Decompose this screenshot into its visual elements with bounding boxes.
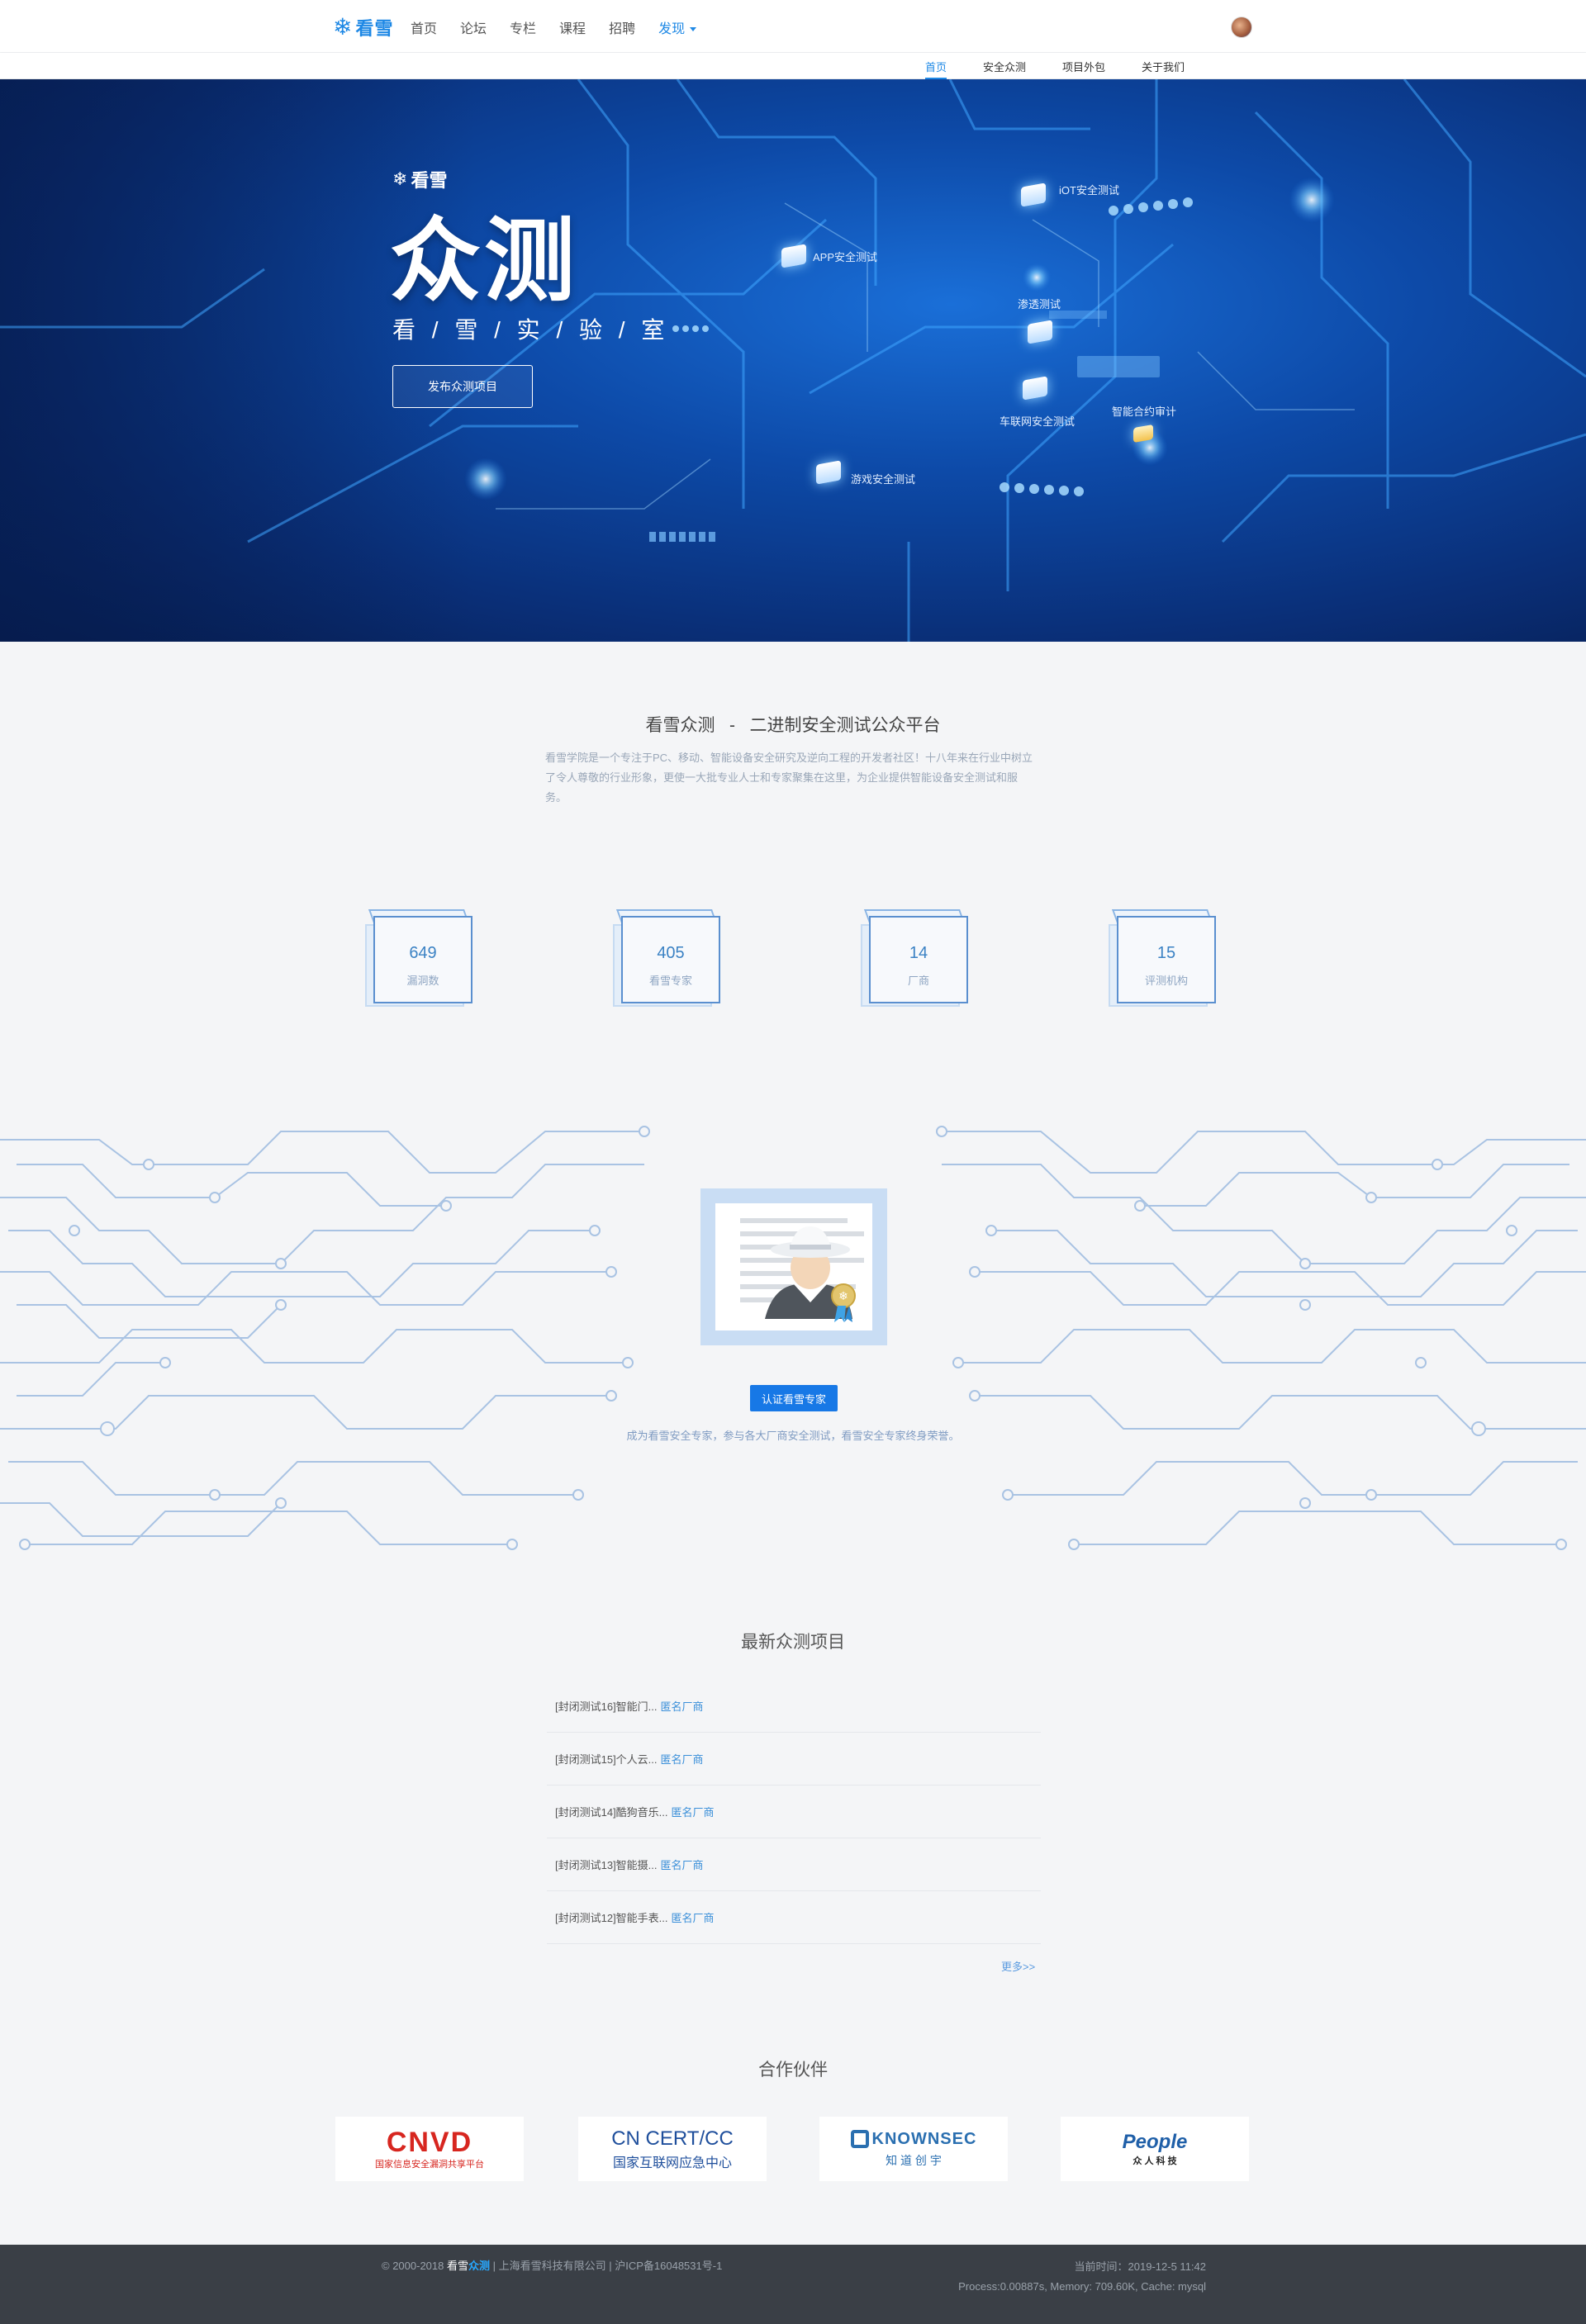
expert-description: 成为看雪安全专家，参与各大厂商安全测试，看雪安全专家终身荣誉。 bbox=[626, 1430, 960, 1442]
hero-title: 众测 bbox=[390, 211, 578, 312]
process-stats: Process:0.00887s, Memory: 709.60K, Cache… bbox=[958, 2280, 1206, 2293]
top-navbar: ❄ 看雪 首页 论坛 专栏 课程 招聘 发现 bbox=[0, 0, 1586, 53]
sub-navbar: 首页 安全众测 项目外包 关于我们 bbox=[0, 53, 1586, 79]
project-name: [封闭测试12]智能手表... bbox=[555, 1912, 668, 1924]
project-list-item[interactable]: [封闭测试15]个人云... 匿名厂商 bbox=[547, 1733, 1041, 1786]
partner-subtitle: 国家互联网应急中心 bbox=[612, 2156, 732, 2170]
stat-card-experts: 405 看雪专家 bbox=[613, 903, 720, 1010]
main-menu: 首页 论坛 专栏 课程 招聘 发现 bbox=[411, 17, 719, 37]
partners-title: 合作伙伴 bbox=[758, 2061, 828, 2080]
circuit-decoration-left bbox=[0, 1126, 650, 1550]
project-name: [封闭测试14]酷狗音乐... bbox=[555, 1806, 668, 1819]
hero-label-app: APP安全测试 bbox=[813, 251, 878, 263]
site-logo[interactable]: ❄ 看雪 bbox=[333, 14, 393, 40]
project-name: [封闭测试16]智能门... bbox=[555, 1700, 658, 1713]
partner-name: CN CERT/CC bbox=[611, 2127, 734, 2150]
partner-logo-cncert[interactable]: CN CERT/CC 国家互联网应急中心 bbox=[578, 2117, 767, 2181]
menu-item-jobs[interactable]: 招聘 bbox=[609, 17, 635, 37]
partner-name: CNVD bbox=[386, 2127, 473, 2158]
stat-card-institutions: 15 评测机构 bbox=[1109, 903, 1216, 1010]
menu-item-course[interactable]: 课程 bbox=[559, 17, 586, 37]
intro-title: 看雪众测 - 二进制安全测试公众平台 bbox=[645, 716, 941, 735]
circuit-decoration-right bbox=[936, 1126, 1586, 1550]
logo-text: 看雪 bbox=[355, 18, 394, 39]
menu-item-column[interactable]: 专栏 bbox=[510, 17, 536, 37]
subnav-item-about[interactable]: 关于我们 bbox=[1142, 59, 1185, 79]
partner-logo-knownsec[interactable]: KNOWNSEC 知 道 创 宇 bbox=[819, 2117, 1008, 2181]
stat-label: 厂商 bbox=[907, 975, 929, 987]
partner-logo-cnvd[interactable]: CNVD 国家信息安全漏洞共享平台 bbox=[335, 2117, 524, 2181]
partner-subtitle: 国家信息安全漏洞共享平台 bbox=[375, 2160, 484, 2170]
subnav-item-home[interactable]: 首页 bbox=[925, 59, 947, 79]
partner-subtitle: 众 人 科 技 bbox=[1133, 2156, 1177, 2166]
publish-project-button[interactable]: 发布众测项目 bbox=[392, 365, 533, 408]
footer-server-info: 当前时间：2019-12-5 11:42 Process:0.00887s, M… bbox=[958, 2257, 1206, 2297]
expert-certificate-illustration: ❄ bbox=[700, 1188, 887, 1345]
project-vendor[interactable]: 匿名厂商 bbox=[661, 1857, 704, 1872]
hero-label-contract: 智能合约审计 bbox=[1112, 406, 1177, 418]
stat-card-vendors: 14 厂商 bbox=[861, 903, 968, 1010]
hacker-hat-icon: ❄ bbox=[765, 1226, 856, 1322]
project-name: [封闭测试15]个人云... bbox=[555, 1753, 658, 1766]
stat-label: 漏洞数 bbox=[406, 975, 439, 987]
footer-brand-a: 看雪 bbox=[446, 2260, 468, 2272]
knownsec-mark-icon bbox=[850, 2130, 869, 2148]
project-list-item[interactable]: [封闭测试13]智能摄... 匿名厂商 bbox=[547, 1838, 1041, 1891]
footer: © 2000-2018 看雪众测 | 上海看雪科技有限公司 | 沪ICP备160… bbox=[0, 2245, 1586, 2324]
stat-value: 649 bbox=[409, 944, 437, 962]
footer-copyright: © 2000-2018 看雪众测 | 上海看雪科技有限公司 | 沪ICP备160… bbox=[382, 2257, 722, 2273]
stat-value: 15 bbox=[1156, 944, 1176, 962]
current-time: 当前时间：2019-12-5 11:42 bbox=[1074, 2260, 1206, 2273]
hero-label-game: 游戏安全测试 bbox=[851, 473, 916, 486]
stat-value: 14 bbox=[909, 944, 928, 962]
user-avatar[interactable] bbox=[1231, 17, 1252, 38]
more-projects-link[interactable]: 更多>> bbox=[1001, 1958, 1035, 1974]
hero-label-pentest: 渗透测试 bbox=[1018, 298, 1061, 311]
partner-logo-people[interactable]: People 众 人 科 技 bbox=[1061, 2117, 1249, 2181]
intro-description: 看雪学院是一个专注于PC、移动、智能设备安全研究及逆向工程的开发者社区！十八年来… bbox=[545, 752, 1033, 804]
stat-label: 看雪专家 bbox=[648, 975, 692, 987]
stat-label: 评测机构 bbox=[1144, 975, 1188, 987]
project-vendor[interactable]: 匿名厂商 bbox=[661, 1698, 704, 1714]
hero-subtitle: 看 / 雪 / 实 / 验 / 室 bbox=[392, 317, 670, 343]
subnav-item-crowdtest[interactable]: 安全众测 bbox=[983, 59, 1026, 79]
subnav-item-outsourcing[interactable]: 项目外包 bbox=[1062, 59, 1105, 79]
project-list-item[interactable]: [封闭测试14]酷狗音乐... 匿名厂商 bbox=[547, 1786, 1041, 1838]
project-list-item[interactable]: [封闭测试16]智能门... 匿名厂商 bbox=[547, 1680, 1041, 1733]
copyright-text: © 2000-2018 bbox=[382, 2260, 444, 2272]
partner-name: People bbox=[1122, 2131, 1188, 2153]
footer-brand[interactable]: 看雪众测 bbox=[447, 2260, 490, 2272]
menu-item-home[interactable]: 首页 bbox=[411, 17, 437, 37]
project-vendor[interactable]: 匿名厂商 bbox=[672, 1909, 715, 1925]
menu-item-forum[interactable]: 论坛 bbox=[460, 17, 487, 37]
project-name: [封闭测试13]智能摄... bbox=[555, 1859, 658, 1871]
chevron-down-icon bbox=[690, 27, 697, 32]
snowflake-icon: ❄ bbox=[333, 14, 353, 40]
svg-text:❄: ❄ bbox=[838, 1289, 848, 1302]
project-list-item[interactable]: [封闭测试12]智能手表... 匿名厂商 bbox=[547, 1891, 1041, 1944]
hero-label-iot: iOT安全测试 bbox=[1059, 184, 1119, 197]
stat-card-vulns: 649 漏洞数 bbox=[365, 903, 472, 1010]
footer-brand-b: 众测 bbox=[468, 2260, 491, 2272]
latest-projects-title: 最新众测项目 bbox=[741, 1633, 845, 1652]
partner-subtitle: 知 道 创 宇 bbox=[886, 2153, 942, 2167]
project-vendor[interactable]: 匿名厂商 bbox=[672, 1804, 715, 1819]
menu-item-discover[interactable]: 发现 bbox=[658, 17, 697, 37]
project-list: [封闭测试16]智能门... 匿名厂商 [封闭测试15]个人云... 匿名厂商 … bbox=[547, 1680, 1041, 1944]
hero-label-car: 车联网安全测试 bbox=[1000, 415, 1076, 428]
company-info: | 上海看雪科技有限公司 | 沪ICP备16048531号-1 bbox=[492, 2260, 723, 2272]
hero-circuit-background bbox=[0, 79, 1586, 642]
discover-label: 发现 bbox=[658, 22, 686, 36]
project-vendor[interactable]: 匿名厂商 bbox=[661, 1751, 704, 1767]
certify-expert-button[interactable]: 认证看雪专家 bbox=[750, 1385, 838, 1411]
hero-banner: ❄ 看雪 众测 看 / 雪 / 实 / 验 / 室 发布众测项目 iOT安全测试… bbox=[0, 79, 1586, 642]
stat-value: 405 bbox=[657, 944, 685, 962]
partner-name: KNOWNSEC bbox=[871, 2129, 977, 2148]
